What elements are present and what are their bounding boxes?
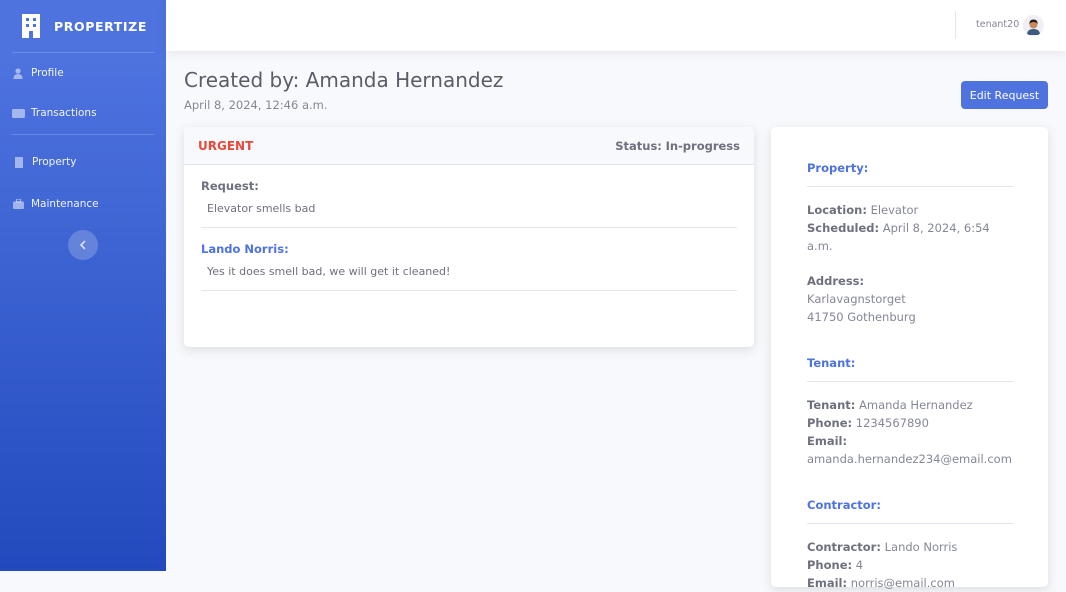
tenant-name-line: Tenant: Amanda Hernandez xyxy=(807,396,1013,414)
sidebar-item-transactions[interactable]: Transactions xyxy=(0,93,166,133)
scheduled-line: Scheduled: April 8, 2024, 6:54 a.m. xyxy=(807,219,1013,255)
request-block: Request: Elevator smells bad xyxy=(201,179,737,228)
scheduled-label: Scheduled: xyxy=(807,221,880,235)
request-label: Request: xyxy=(201,179,259,193)
contractor-info: Contractor: Lando Norris Phone: 4 Email:… xyxy=(807,524,1013,592)
address-line2: 41750 Gothenburg xyxy=(807,310,916,324)
tenant-email-line: Email: xyxy=(807,432,1013,450)
tenant-info: Tenant: Amanda Hernandez Phone: 12345678… xyxy=(807,382,1013,468)
topbar: tenant20 xyxy=(166,0,1066,51)
toolbox-icon xyxy=(12,198,24,210)
avatar[interactable] xyxy=(1023,15,1044,36)
location-line: Location: Elevator xyxy=(807,201,1013,219)
contractor-phone-value: 4 xyxy=(855,558,864,572)
tenant-phone-label: Phone: xyxy=(807,416,853,430)
brand-name: PROPERTIZE xyxy=(54,18,147,34)
brand[interactable]: PROPERTIZE xyxy=(0,0,166,52)
request-text: Elevator smells bad xyxy=(207,202,316,215)
reply-text: Yes it does smell bad, we will get it cl… xyxy=(207,265,451,278)
contractor-name-line: Contractor: Lando Norris xyxy=(807,538,1013,556)
reply-block: Lando Norris: Yes it does smell bad, we … xyxy=(201,242,737,291)
sidebar-divider xyxy=(12,134,154,135)
sidebar-item-maintenance[interactable]: Maintenance xyxy=(0,184,166,224)
tenant-name-label: Tenant: xyxy=(807,398,856,412)
contractor-email-line: Email: norris@email.com xyxy=(807,574,1013,592)
sidebar-item-label: Property xyxy=(32,156,77,168)
sidebar: PROPERTIZE Profile Transactions Property… xyxy=(0,0,166,571)
reply-author: Lando Norris: xyxy=(201,242,289,256)
contractor-email-value: norris@email.com xyxy=(850,576,955,590)
request-card-header: URGENT Status: In-progress xyxy=(184,127,754,165)
avatar-icon xyxy=(1023,15,1044,36)
page-title: Created by: Amanda Hernandez xyxy=(184,68,504,92)
tenant-email-label: Email: xyxy=(807,434,848,448)
created-date: April 8, 2024, 12:46 a.m. xyxy=(184,98,328,112)
tenant-phone-line: Phone: 1234567890 xyxy=(807,414,1013,432)
location-label: Location: xyxy=(807,203,867,217)
tenant-email-value: amanda.hernandez234@email.com xyxy=(807,452,1012,466)
request-card: URGENT Status: In-progress Request: Elev… xyxy=(184,127,754,347)
contractor-email-label: Email: xyxy=(807,576,848,590)
sidebar-item-label: Maintenance xyxy=(31,198,99,210)
edit-request-button[interactable]: Edit Request xyxy=(961,81,1048,109)
contractor-phone-label: Phone: xyxy=(807,558,853,572)
property-info: Location: Elevator Scheduled: April 8, 2… xyxy=(807,187,1013,326)
sidebar-item-profile[interactable]: Profile xyxy=(0,53,166,93)
username[interactable]: tenant20 xyxy=(976,19,1019,30)
details-card: Property: Location: Elevator Scheduled: … xyxy=(771,127,1048,590)
sidebar-item-label: Transactions xyxy=(31,107,97,119)
status-text: Status: In-progress xyxy=(615,139,740,153)
topbar-divider xyxy=(955,11,956,39)
tenant-phone-value: 1234567890 xyxy=(855,416,929,430)
address-label: Address: xyxy=(807,274,865,288)
building-logo-icon xyxy=(22,14,40,38)
location-value: Elevator xyxy=(870,203,919,217)
tenant-name-value: Amanda Hernandez xyxy=(859,398,973,412)
contractor-section-title: Contractor: xyxy=(807,468,1013,524)
contractor-name-label: Contractor: xyxy=(807,540,881,554)
priority-badge: URGENT xyxy=(198,138,254,153)
request-card-body: Request: Elevator smells bad Lando Norri… xyxy=(184,165,754,291)
chevron-left-icon xyxy=(80,240,86,250)
status-value: In-progress xyxy=(665,138,740,153)
building-icon xyxy=(14,156,23,168)
sidebar-item-label: Profile xyxy=(31,67,64,79)
property-section-title: Property: xyxy=(807,127,1013,187)
sidebar-item-property[interactable]: Property xyxy=(0,142,166,182)
address-line1: Karlavagnstorget xyxy=(807,292,906,306)
card-icon xyxy=(11,107,25,119)
status-label: Status: xyxy=(615,138,662,153)
sidebar-toggle-button[interactable] xyxy=(68,230,98,260)
address-line: Address: xyxy=(807,272,1013,290)
contractor-phone-line: Phone: 4 xyxy=(807,556,1013,574)
tenant-section-title: Tenant: xyxy=(807,326,1013,382)
user-icon xyxy=(12,67,24,79)
contractor-name-value: Lando Norris xyxy=(884,540,958,554)
